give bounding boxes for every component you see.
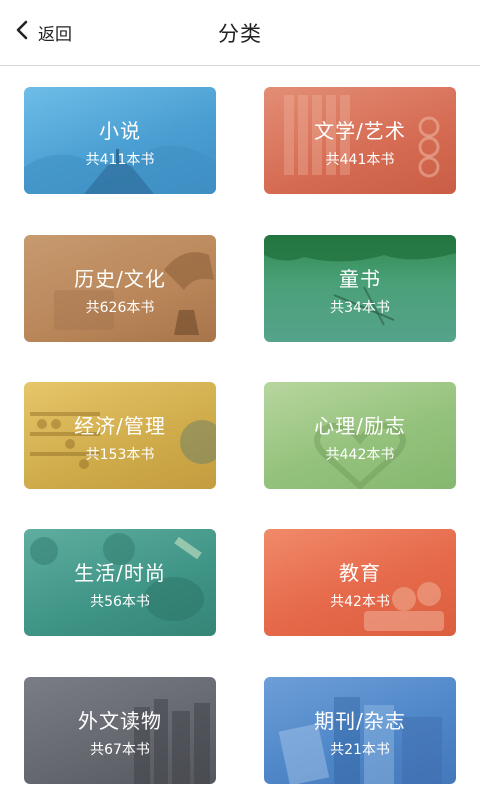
category-count: 共411本书: [85, 152, 155, 168]
category-card-foreign-books[interactable]: 外文读物 共67本书: [24, 677, 216, 784]
category-name: 经济/管理: [74, 414, 166, 438]
category-name: 生活/时尚: [74, 561, 166, 585]
page-title: 分类: [218, 22, 262, 46]
category-name: 外文读物: [78, 709, 162, 733]
category-name: 心理/励志: [314, 414, 406, 438]
category-count: 共153本书: [85, 447, 155, 463]
category-name: 童书: [339, 267, 381, 291]
category-name: 小说: [99, 119, 141, 143]
category-card-psychology-inspiration[interactable]: 心理/励志 共442本书: [264, 382, 456, 489]
category-card-children-books[interactable]: 童书 共34本书: [264, 235, 456, 342]
category-count: 共34本书: [330, 300, 390, 316]
category-count: 共56本书: [90, 594, 150, 610]
category-count: 共626本书: [85, 300, 155, 316]
category-card-history-culture[interactable]: 历史/文化 共626本书: [24, 235, 216, 342]
category-name: 期刊/杂志: [314, 709, 406, 733]
category-count: 共67本书: [90, 742, 150, 758]
category-name: 历史/文化: [74, 267, 166, 291]
category-card-economics-management[interactable]: 经济/管理 共153本书: [24, 382, 216, 489]
top-bar: 返回 分类: [0, 0, 480, 66]
category-card-lifestyle-fashion[interactable]: 生活/时尚 共56本书: [24, 529, 216, 636]
category-card-education[interactable]: 教育 共42本书: [264, 529, 456, 636]
category-name: 教育: [339, 561, 381, 585]
category-count: 共42本书: [330, 594, 390, 610]
category-card-novel[interactable]: 小说 共411本书: [24, 87, 216, 194]
category-name: 文学/艺术: [314, 119, 406, 143]
category-count: 共21本书: [330, 742, 390, 758]
category-count: 共441本书: [325, 152, 395, 168]
category-count: 共442本书: [325, 447, 395, 463]
category-grid: 小说 共411本书 文学/艺术 共441本书 历史/文化 共626本书 童书 共…: [0, 66, 480, 800]
category-card-literature-art[interactable]: 文学/艺术 共441本书: [264, 87, 456, 194]
category-card-periodicals-magazines[interactable]: 期刊/杂志 共21本书: [264, 677, 456, 784]
